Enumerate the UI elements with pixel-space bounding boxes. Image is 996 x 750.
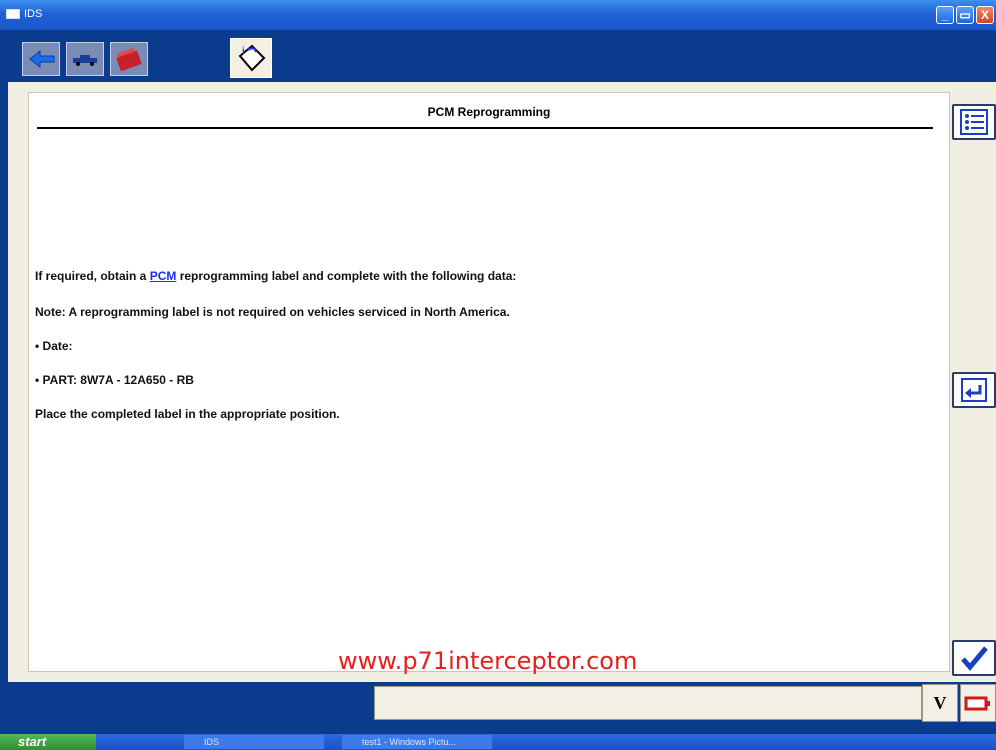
info-page-icon: i: [238, 44, 266, 72]
watermark: www.p71interceptor.com: [338, 647, 638, 675]
checkmark-icon: [961, 646, 988, 671]
info-tab[interactable]: i: [230, 38, 272, 78]
page-title: PCM Reprogramming: [427, 105, 551, 119]
minimize-button[interactable]: _: [936, 6, 954, 24]
date-bullet: • Date:: [35, 339, 73, 353]
battery-icon: [964, 696, 990, 711]
battery-status[interactable]: [960, 684, 996, 722]
window-title: IDS: [24, 8, 43, 20]
part-bullet: • PART: 8W7A - 12A650 - RB: [35, 373, 194, 387]
list-button[interactable]: [952, 104, 996, 140]
status-bar: V: [8, 682, 996, 722]
back-button[interactable]: [22, 42, 60, 76]
return-button[interactable]: [952, 372, 996, 408]
title-divider: [37, 127, 933, 129]
taskbar-item-ids[interactable]: IDS: [184, 735, 324, 749]
taskbar: start IDS test1 - Windows Pictu...: [0, 734, 996, 750]
status-field: [374, 686, 922, 720]
content-panel: PCM Reprogramming If required, obtain a …: [28, 92, 950, 675]
maximize-button[interactable]: ▭: [956, 6, 974, 24]
list-icon: [960, 109, 988, 135]
toolbar: i: [8, 30, 996, 82]
instruction-line: If required, obtain a PCM reprogramming …: [35, 269, 516, 283]
vehicle-battery-icon: V: [933, 692, 947, 713]
note-text: Note: A reprogramming label is not requi…: [35, 305, 510, 319]
start-button[interactable]: start: [0, 734, 96, 750]
app-icon: [6, 9, 20, 19]
return-icon: [961, 378, 987, 402]
taskbar-item-pictures[interactable]: test1 - Windows Pictu...: [342, 735, 492, 749]
toolbox-icon: [116, 47, 142, 72]
toolbox-button[interactable]: [110, 42, 148, 76]
back-arrow-icon: [29, 49, 55, 69]
main-area: PCM Reprogramming If required, obtain a …: [8, 82, 996, 682]
ids-window: IDS _ ▭ X i PCM Reprogramming If require…: [0, 0, 996, 750]
instruction-text-end: reprogramming label and complete with th…: [176, 269, 517, 283]
place-instruction: Place the completed label in the appropr…: [35, 407, 340, 421]
pcm-link[interactable]: PCM: [150, 269, 177, 283]
svg-text:i: i: [242, 46, 245, 57]
vehicle-battery-status[interactable]: V: [922, 684, 958, 722]
vehicle-button[interactable]: [66, 42, 104, 76]
confirm-button[interactable]: [952, 640, 996, 676]
title-bar: IDS _ ▭ X: [0, 0, 996, 30]
instruction-text-start: If required, obtain a: [35, 269, 150, 283]
close-button[interactable]: X: [976, 6, 994, 24]
vehicle-icon: [73, 55, 97, 66]
